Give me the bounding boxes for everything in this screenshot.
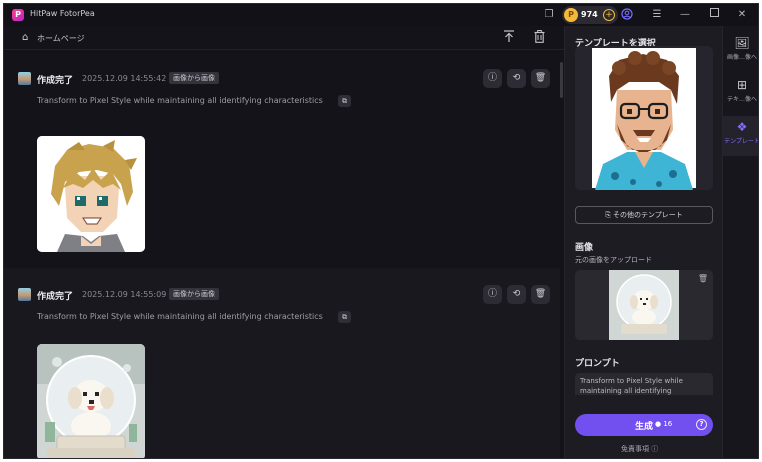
generate-cost-value: 16 [663, 420, 673, 428]
image-icon: 🖼 [734, 36, 750, 50]
title-bar: P HitPaw FotorPea ❐ P 974 + ☰ — ✕ [4, 4, 758, 26]
side-nav-label: テンプレート [724, 138, 759, 145]
maximize-icon[interactable] [707, 8, 721, 22]
app-window: P HitPaw FotorPea ❐ P 974 + ☰ — ✕ ⌂ ホームペ… [3, 3, 759, 459]
copy-prompt-icon[interactable]: ⧉ [338, 95, 351, 107]
side-nav-image-to-image[interactable]: 🖼 画像…像へ [723, 32, 758, 72]
entry-mode-badge: 画像から画像 [169, 288, 219, 300]
delete-icon[interactable]: 🗑 [531, 69, 550, 88]
scrollbar-thumb[interactable] [560, 62, 563, 98]
remove-image-icon[interactable]: 🗑 [698, 274, 708, 283]
credits-badge[interactable]: P 974 + [562, 6, 618, 24]
close-icon[interactable]: ✕ [735, 8, 749, 22]
entry-status: 作成完了 [37, 76, 74, 86]
text-image-icon: ⊞ [736, 78, 748, 92]
result-image[interactable] [37, 136, 145, 252]
side-nav: 🖼 画像…像へ ⊞ テキ…像へ ❖ テンプレート [722, 26, 759, 458]
regenerate-icon[interactable]: ⟲ [507, 69, 526, 88]
entry-prompt: Transform to Pixel Style while maintaini… [37, 96, 323, 105]
coin-icon: P [564, 8, 578, 22]
uploaded-image[interactable]: 🗑 [575, 270, 713, 340]
image-section-title: 画像 [575, 243, 594, 253]
user-icon[interactable] [620, 8, 634, 22]
generate-label: 生成 [635, 422, 654, 432]
breadcrumb: ⌂ ホームページ [4, 26, 564, 50]
avatar [18, 288, 31, 301]
help-icon[interactable]: ? [696, 419, 707, 430]
info-icon[interactable]: ⓘ [483, 69, 502, 88]
disclaimer-label: 免責事項 [621, 445, 649, 453]
delete-icon[interactable]: 🗑 [531, 285, 550, 304]
credits-count: 974 [581, 10, 598, 19]
other-templates-label: その他のテンプレート [613, 211, 683, 219]
template-icon: ❖ [736, 120, 748, 134]
prompt-input[interactable]: Transform to Pixel Style while maintaini… [575, 373, 713, 395]
side-nav-text-to-image[interactable]: ⊞ テキ…像へ [723, 74, 758, 114]
other-templates-button[interactable]: ⎘ その他のテンプレート [575, 206, 713, 224]
entry-mode-badge: 画像から画像 [169, 72, 219, 84]
entry-time: 2025.12.09 14:55:09 [82, 290, 167, 299]
avatar [18, 72, 31, 85]
delete-all-icon[interactable] [531, 30, 547, 46]
entry-prompt: Transform to Pixel Style while maintaini… [37, 312, 323, 321]
add-credits-icon[interactable]: + [603, 9, 615, 21]
regenerate-icon[interactable]: ⟲ [507, 285, 526, 304]
history-pane: ⌂ ホームページ 作成完了 2025.12.09 14:55:42 画像から画像… [4, 26, 564, 458]
menu-icon[interactable]: ☰ [650, 8, 664, 22]
copy-prompt-icon[interactable]: ⧉ [338, 311, 351, 323]
side-nav-label: 画像…像へ [726, 54, 757, 61]
home-icon[interactable]: ⌂ [22, 32, 28, 43]
side-nav-label: テキ…像へ [726, 96, 757, 103]
generate-cost: ● 16 [655, 420, 672, 428]
minimize-icon[interactable]: — [678, 8, 692, 22]
result-image[interactable] [37, 344, 145, 458]
settings-panel: テンプレートを選択 ⎘ その他のテンプレート 画像 元の画像をアップロード 🗑 … [564, 26, 722, 458]
scroll-top-icon[interactable] [501, 30, 517, 46]
app-logo-icon: P [12, 9, 24, 21]
upload-label: 元の画像をアップロード [575, 256, 652, 264]
breadcrumb-home[interactable]: ホームページ [37, 33, 85, 44]
entry-time: 2025.12.09 14:55:42 [82, 74, 167, 83]
generate-button[interactable]: 生成 ● 16 ? [575, 414, 713, 436]
template-icon: ⎘ [605, 211, 614, 219]
sticker-icon[interactable]: ❐ [542, 8, 556, 22]
disclaimer-link[interactable]: 免責事項 ⓘ [621, 444, 658, 454]
entry-status: 作成完了 [37, 292, 74, 302]
info-icon[interactable]: ⓘ [483, 285, 502, 304]
side-nav-template[interactable]: ❖ テンプレート [723, 116, 759, 156]
selected-template[interactable] [575, 46, 713, 190]
app-title: HitPaw FotorPea [30, 9, 95, 18]
info-icon: ⓘ [651, 445, 659, 453]
history-entry: 作成完了 2025.12.09 14:55:09 画像から画像 ⓘ ⟲ 🗑 Tr… [4, 268, 560, 458]
history-entry: 作成完了 2025.12.09 14:55:42 画像から画像 ⓘ ⟲ 🗑 Tr… [4, 52, 560, 266]
prompt-section-title: プロンプト [575, 359, 620, 369]
